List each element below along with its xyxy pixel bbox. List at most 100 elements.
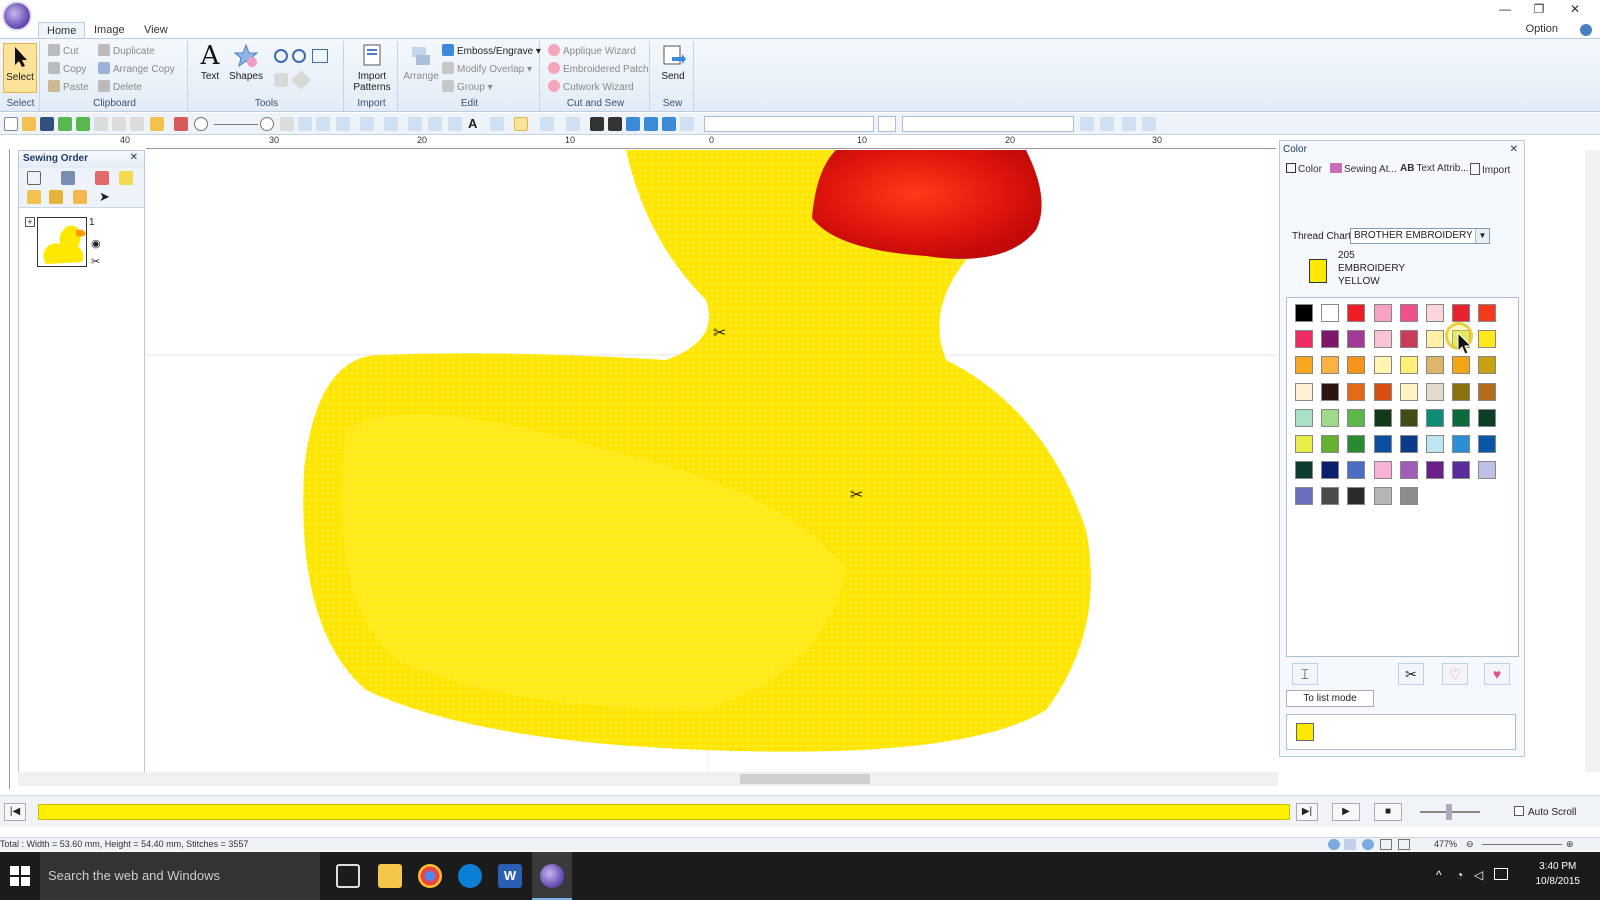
import-icon[interactable] [58,117,72,131]
font-combo[interactable] [704,116,874,132]
thread-swatch[interactable] [1478,461,1497,480]
thread-swatch[interactable] [1452,382,1471,401]
thread-swatch[interactable] [1478,356,1497,375]
stitch-end-icon[interactable] [608,117,622,131]
merge-icon[interactable] [95,171,109,185]
notifications-icon[interactable] [1494,868,1508,880]
thread-swatch[interactable] [1321,330,1340,349]
duplicate-button[interactable]: Duplicate [98,44,155,60]
view-icon[interactable] [27,171,41,185]
applique-wizard-button[interactable]: Applique Wizard [548,44,636,60]
text-button[interactable]: A Text [194,43,226,82]
app-icon-blue[interactable] [458,864,482,888]
thread-spool-button[interactable]: ⌶ [1292,663,1318,685]
thread-swatch[interactable] [1321,408,1340,427]
thread-swatch[interactable] [1347,487,1366,506]
cut-thread-button[interactable]: ✂ [1398,663,1424,685]
stitch-view-icon[interactable] [1344,839,1356,850]
tab-color[interactable]: Color [1286,163,1322,175]
page-view-icon[interactable] [1380,839,1392,850]
save-icon[interactable] [40,117,54,131]
thread-swatch[interactable] [1399,330,1418,349]
thread-swatch[interactable] [1347,330,1366,349]
transform-icon[interactable] [428,117,442,131]
overlap-icon[interactable] [1100,117,1114,131]
thread-swatch[interactable] [1478,304,1497,322]
new-file-icon[interactable] [4,117,18,131]
group-button[interactable]: Group ▾ [442,80,493,96]
scissors-item-icon[interactable]: ✂ [91,255,100,268]
restore-button[interactable]: ❐ [1524,2,1554,19]
file-explorer-icon[interactable] [378,864,402,888]
thread-swatch[interactable] [1426,435,1444,453]
sewing-type-combo[interactable] [902,116,1074,132]
volume-icon[interactable]: ◁ [1474,868,1483,882]
tab-image[interactable]: Image [86,22,133,38]
thread-swatch[interactable] [1373,382,1392,401]
zoom-in-icon[interactable] [274,49,288,63]
thread-swatch[interactable] [1399,487,1418,506]
thread-swatch[interactable] [1399,435,1418,453]
thread-swatch[interactable] [1295,487,1313,506]
thread-swatch[interactable] [1373,330,1392,349]
thread-swatch[interactable] [1373,461,1392,480]
rewind-button[interactable]: |◀ [4,803,26,821]
region-icon[interactable] [644,117,658,131]
thread-swatch[interactable] [1321,435,1340,453]
embroidered-patch-button[interactable]: Embroidered Patch [548,62,649,78]
realistic-view-status-icon[interactable] [1362,839,1374,850]
arrange-button[interactable]: Arrange [402,43,440,82]
thread-swatch[interactable] [1321,356,1340,375]
design-page-icon[interactable] [94,117,108,131]
thread-swatch[interactable] [1452,461,1471,480]
option-menu[interactable]: Option [1526,23,1558,35]
close-color-panel-icon[interactable]: ✕ [1510,144,1518,155]
show-icon[interactable] [27,190,41,204]
thread-swatch[interactable] [1426,461,1444,480]
minimize-button[interactable]: — [1490,2,1520,19]
design-property-icon[interactable] [112,117,126,131]
select-button[interactable]: Select [3,43,37,93]
thread-swatch[interactable] [1452,356,1471,375]
thread-swatch[interactable] [1399,304,1418,322]
shape-tool-icon[interactable] [490,117,504,131]
measure-icon[interactable] [291,70,311,90]
thread-swatch[interactable] [1295,330,1313,349]
cutwork-wizard-button[interactable]: Cutwork Wizard [548,80,634,96]
stitch-start-icon[interactable] [590,117,604,131]
windows-start-icon[interactable] [10,866,30,886]
color-icon[interactable] [119,171,133,185]
lock-icon[interactable] [49,190,63,204]
tab-home[interactable]: Home [38,22,86,38]
thread-swatch[interactable] [1399,382,1418,401]
thread-swatch[interactable] [1347,435,1366,453]
taskbar-search-input[interactable]: Search the web and Windows [40,852,320,900]
font-size-combo[interactable] [878,116,896,132]
speed-slider-thumb[interactable] [1446,804,1452,820]
thread-swatch[interactable] [1452,408,1471,427]
app-logo-icon[interactable] [2,1,32,31]
thread-swatch[interactable] [1373,356,1392,375]
expand-icon[interactable]: + [25,217,35,227]
design-canvas[interactable]: ✂ ✂ [146,150,1276,772]
network-icon[interactable]: ◔ [1456,868,1463,882]
modify-overlap-button[interactable]: Modify Overlap ▾ [442,62,532,78]
sewing-attribute-icon[interactable] [626,117,640,131]
auto-scroll-checkbox[interactable]: Auto Scroll [1514,806,1576,818]
thread-swatch[interactable] [1321,461,1340,480]
thread-swatch[interactable] [1321,304,1340,322]
thread-swatch[interactable] [1295,304,1313,322]
zoom-minus-icon[interactable]: ⊖ [1466,839,1474,850]
open-folder-icon[interactable] [22,117,36,131]
thread-swatch[interactable] [1478,435,1497,453]
chrome-icon[interactable] [418,864,442,888]
sort-icon[interactable] [61,171,75,185]
shapes-button[interactable]: Shapes [228,43,264,82]
print-icon[interactable] [130,117,144,131]
grid-icon[interactable] [336,117,350,131]
thread-swatch[interactable] [1373,408,1392,427]
view-mode-icon[interactable] [1328,839,1340,850]
close-button[interactable]: ✕ [1560,2,1590,19]
delete-button[interactable]: Delete [98,80,142,96]
thread-swatch[interactable] [1321,487,1340,506]
